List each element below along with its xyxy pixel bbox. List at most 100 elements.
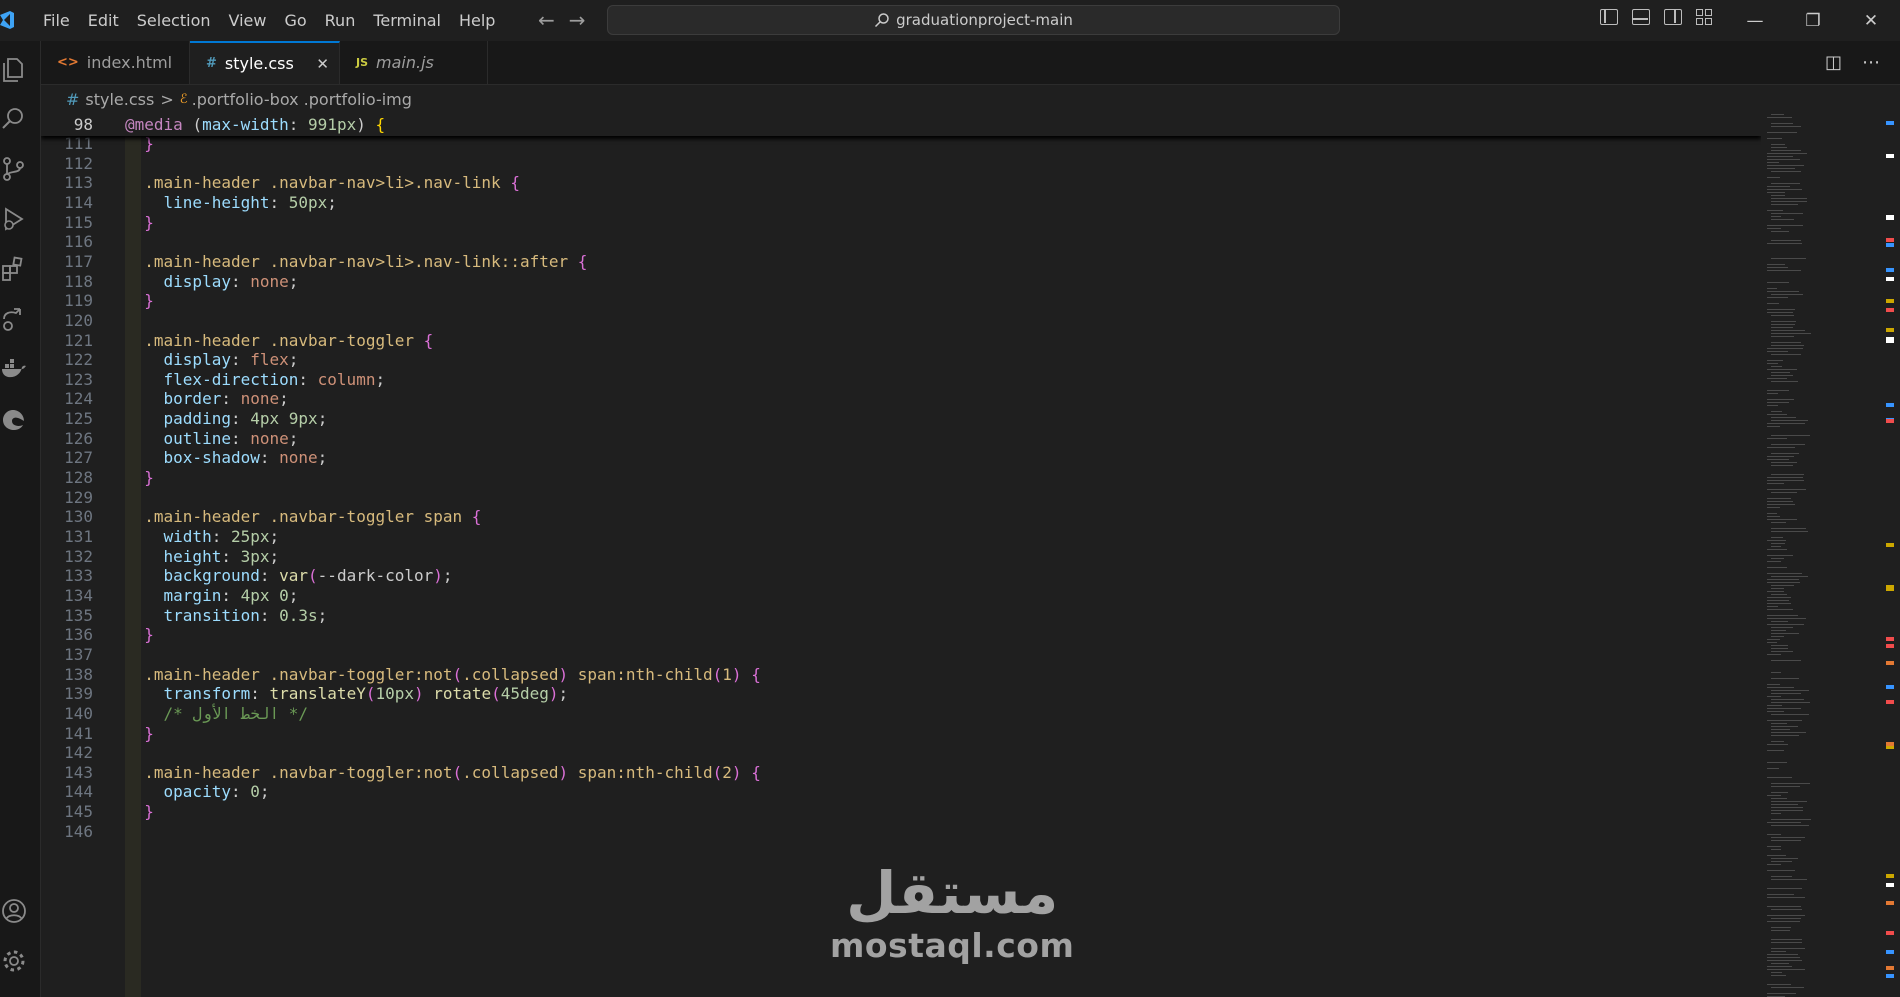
minimap-line xyxy=(1767,165,1804,166)
minimap-line xyxy=(1771,324,1795,325)
toggle-primary-sidebar-icon[interactable] xyxy=(1600,9,1618,25)
minimap-line xyxy=(1767,687,1794,688)
minimap-line xyxy=(1771,861,1792,862)
more-actions-icon[interactable]: ⋯ xyxy=(1862,52,1880,73)
vscode-logo-icon[interactable] xyxy=(0,11,14,29)
code-line[interactable]: 141 } xyxy=(41,724,1761,744)
breadcrumb-file[interactable]: style.css xyxy=(85,90,154,109)
code-line[interactable]: 114 line-height: 50px; xyxy=(41,193,1761,213)
arrow-right-icon[interactable]: → xyxy=(569,8,586,32)
run-debug-icon[interactable] xyxy=(0,205,28,235)
code-line[interactable]: 137 xyxy=(41,645,1761,665)
source-control-icon[interactable] xyxy=(0,155,28,185)
code-line[interactable]: 140 /* الخط الأول */ xyxy=(41,704,1761,724)
code-line[interactable]: 123 flex-direction: column; xyxy=(41,370,1761,390)
command-center-search[interactable]: graduationproject-main xyxy=(607,5,1340,35)
scrollbar-marker xyxy=(1886,328,1894,333)
settings-gear-icon[interactable] xyxy=(0,947,28,977)
edge-devtools-icon[interactable] xyxy=(0,405,28,435)
split-editor-icon[interactable]: ◫ xyxy=(1825,52,1842,73)
minimize-icon[interactable]: — xyxy=(1726,0,1784,41)
code-line[interactable]: 143 .main-header .navbar-toggler:not(.co… xyxy=(41,763,1761,783)
code-line[interactable]: 126 outline: none; xyxy=(41,429,1761,449)
minimap-line xyxy=(1767,132,1798,133)
code-line[interactable]: 136 } xyxy=(41,625,1761,645)
minimap-line xyxy=(1771,345,1805,346)
code-line[interactable]: 135 transition: 0.3s; xyxy=(41,606,1761,626)
menu-go[interactable]: Go xyxy=(275,11,315,30)
line-code: height: 3px; xyxy=(163,546,280,566)
code-line[interactable]: 124 border: none; xyxy=(41,389,1761,409)
code-line[interactable]: 113 .main-header .navbar-nav>li>.nav-lin… xyxy=(41,173,1761,193)
docker-icon[interactable] xyxy=(0,355,28,385)
code-line[interactable]: 111 } xyxy=(41,134,1761,154)
minimap-line xyxy=(1771,546,1782,547)
overview-ruler[interactable] xyxy=(1883,114,1900,997)
toggle-secondary-sidebar-icon[interactable] xyxy=(1664,9,1682,25)
code-line[interactable]: 142 xyxy=(41,743,1761,763)
chevron-right-icon: > xyxy=(160,90,174,109)
account-icon[interactable] xyxy=(0,897,28,927)
sticky-scroll-header[interactable]: 98 @media (max-width: 991px) { xyxy=(41,114,1761,136)
tab-main-js[interactable]: JS main.js xyxy=(340,41,488,84)
code-line[interactable]: 118 display: none; xyxy=(41,272,1761,292)
code-line[interactable]: 116 xyxy=(41,232,1761,252)
minimap-line xyxy=(1771,195,1785,196)
code-line[interactable]: 144 opacity: 0; xyxy=(41,782,1761,802)
minimap-line xyxy=(1771,336,1795,337)
close-window-icon[interactable]: ✕ xyxy=(1842,0,1900,41)
minimap-line xyxy=(1767,600,1789,601)
code-line[interactable]: 119 } xyxy=(41,291,1761,311)
code-line[interactable]: 112 xyxy=(41,154,1761,174)
minimap-line xyxy=(1771,183,1801,184)
scrollbar-marker xyxy=(1886,215,1894,220)
minimap-line xyxy=(1771,411,1782,412)
code-line[interactable]: 138 .main-header .navbar-toggler:not(.co… xyxy=(41,665,1761,685)
code-line[interactable]: 125 padding: 4px 9px; xyxy=(41,409,1761,429)
code-line[interactable]: 129 xyxy=(41,488,1761,508)
code-line[interactable]: 134 margin: 4px 0; xyxy=(41,586,1761,606)
code-line[interactable]: 121 .main-header .navbar-toggler { xyxy=(41,331,1761,351)
code-line[interactable]: 145 } xyxy=(41,802,1761,822)
code-line[interactable]: 115 } xyxy=(41,213,1761,233)
code-line[interactable]: 127 box-shadow: none; xyxy=(41,448,1761,468)
code-line[interactable]: 133 background: var(--dark-color); xyxy=(41,566,1761,586)
explorer-icon[interactable] xyxy=(0,55,28,85)
code-line[interactable]: 132 height: 3px; xyxy=(41,547,1761,567)
line-code: opacity: 0; xyxy=(163,782,270,802)
minimap-line xyxy=(1767,459,1789,460)
toggle-panel-icon[interactable] xyxy=(1632,9,1650,25)
code-line[interactable]: 122 display: flex; xyxy=(41,350,1761,370)
menu-view[interactable]: View xyxy=(220,11,276,30)
code-line[interactable]: 130 .main-header .navbar-toggler span { xyxy=(41,507,1761,527)
code-line[interactable]: 131 width: 25px; xyxy=(41,527,1761,547)
line-code: box-shadow: none; xyxy=(163,448,328,468)
code-line[interactable]: 128 } xyxy=(41,468,1761,488)
tab-index-html[interactable]: <> index.html xyxy=(41,41,190,84)
menu-edit[interactable]: Edit xyxy=(79,11,128,30)
search-view-icon[interactable] xyxy=(0,105,28,135)
menu-file[interactable]: File xyxy=(34,11,79,30)
extensions-icon[interactable] xyxy=(0,255,28,285)
code-line[interactable]: 120 xyxy=(41,311,1761,331)
remote-explorer-icon[interactable] xyxy=(0,305,28,335)
minimap-line xyxy=(1771,213,1804,214)
menu-run[interactable]: Run xyxy=(316,11,365,30)
menu-help[interactable]: Help xyxy=(450,11,504,30)
customize-layout-icon[interactable] xyxy=(1696,9,1714,25)
restore-icon[interactable]: ❐ xyxy=(1784,0,1842,41)
minimap-line xyxy=(1771,975,1787,976)
minimap-line xyxy=(1771,741,1785,742)
code-line[interactable]: 139 transform: translateY(10px) rotate(4… xyxy=(41,684,1761,704)
minimap[interactable] xyxy=(1767,114,1877,997)
watermark-latin: mostaql.com xyxy=(830,926,1075,965)
code-line[interactable]: 117 .main-header .navbar-nav>li>.nav-lin… xyxy=(41,252,1761,272)
code-line[interactable]: 146 xyxy=(41,822,1761,842)
line-number: 129 xyxy=(64,487,93,507)
arrow-left-icon[interactable]: ← xyxy=(538,8,555,32)
menu-terminal[interactable]: Terminal xyxy=(364,11,450,30)
close-tab-icon[interactable]: ✕ xyxy=(316,55,329,73)
menu-selection[interactable]: Selection xyxy=(128,11,220,30)
tab-style-css[interactable]: # style.css ✕ xyxy=(190,41,340,84)
breadcrumb-symbol[interactable]: .portfolio-box .portfolio-img xyxy=(192,90,412,109)
